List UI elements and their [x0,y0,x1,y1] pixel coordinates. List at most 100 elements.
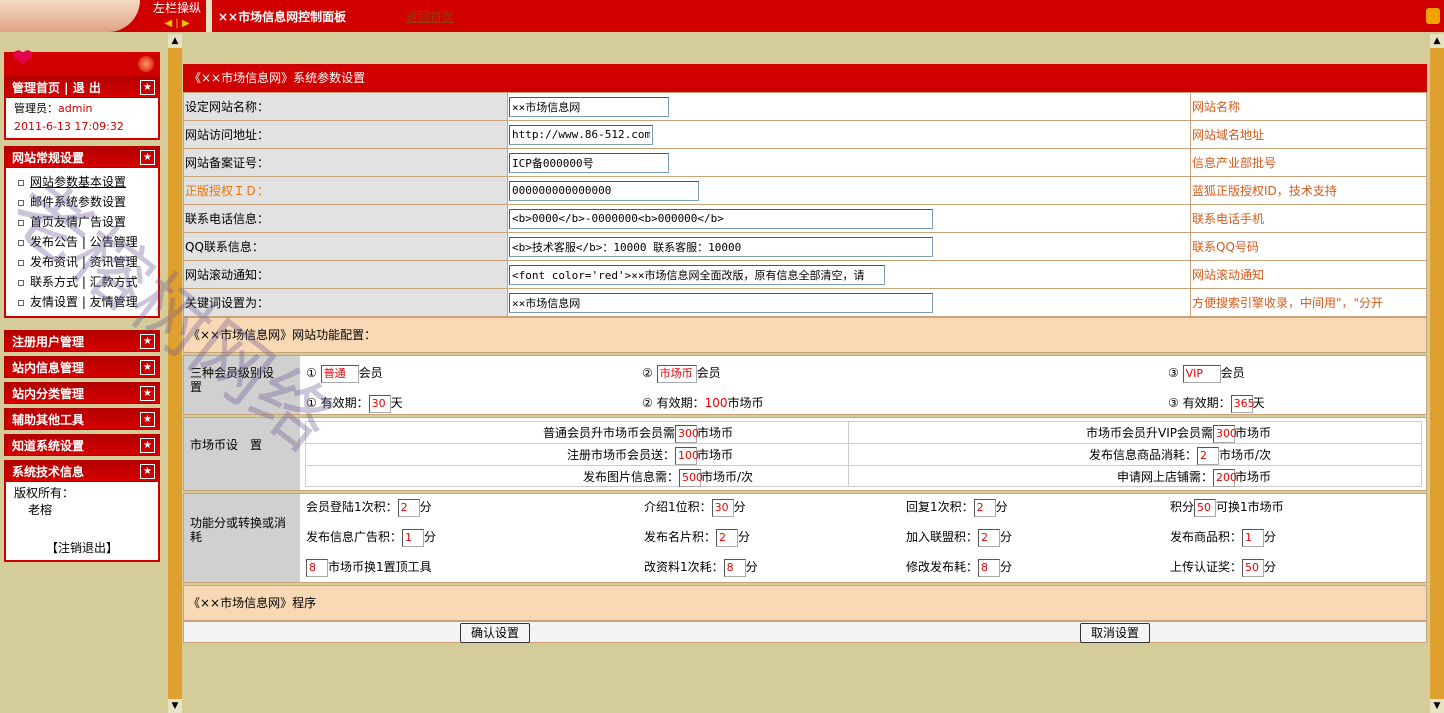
confirm-button[interactable]: 确认设置 [460,623,530,643]
unit-label: 市场币 [727,396,764,410]
validity-3-input[interactable]: 365 [1230,394,1255,413]
validity-label: ③ 有效期： [1168,396,1231,410]
logout-link[interactable]: 【注销退出】 [6,539,158,556]
unit-label: 分 [1000,530,1013,544]
section-title: 《××市场信息网》网站功能配置： [183,317,1427,353]
point-input[interactable]: 30 [711,498,734,517]
phone-input[interactable] [509,208,933,229]
point-input[interactable]: 1 [1242,528,1265,547]
sidebar-head-knowledge[interactable]: 知道系统设置 ★ [4,434,160,456]
coin-input[interactable]: 500 [678,468,703,487]
row-label: 市场币设 置 [184,418,300,490]
site-url-input[interactable] [509,124,653,145]
point-input[interactable]: 2 [716,528,739,547]
keywords-input[interactable] [509,292,933,313]
coin-input[interactable]: 200 [1212,468,1237,487]
table-row: QQ联系信息： 联系QQ号码 [183,232,1427,261]
unit-label: 分 [1264,560,1277,574]
menu-item[interactable]: 邮件系统参数设置 [6,192,158,212]
right-scrollbar[interactable]: ▲ ▼ [1430,34,1444,713]
sidebar-section-label[interactable]: 系统技术信息 [12,465,84,479]
sidebar-head-general[interactable]: 网站常规设置 ★ [4,146,160,168]
sidebar-head-tech[interactable]: 系统技术信息 ★ [4,460,160,482]
param-hint: 网站名称 [1190,92,1427,121]
menu-item-label[interactable]: 友情设置 | 友情管理 [30,295,138,309]
qq-input[interactable] [509,236,933,257]
sidebar-head-tools[interactable]: 辅助其他工具 ★ [4,408,160,430]
sidebar-head-info[interactable]: 站内信息管理 ★ [4,356,160,378]
point-input[interactable]: 8 [306,558,328,577]
unit-label: 可换1市场币 [1216,500,1284,514]
menu-item[interactable]: 网站参数基本设置 [6,172,158,192]
member-1-input[interactable]: 普通 [320,364,359,383]
sidebar-head-home-label[interactable]: 管理首页 | 退 出 [12,81,101,95]
top-bar: 左栏操纵 ◀ | ▶ ××市场信息网控制面板 返回首页 [0,0,1444,32]
menu-item[interactable]: 发布资讯 | 资讯管理 [6,252,158,272]
coin-settings: 市场币设 置 普通会员升市场币会员需 300市场币 市场币会员升VIP会员需 300… [183,417,1427,491]
home-icon[interactable] [1426,8,1440,24]
point-input[interactable]: 2 [397,498,420,517]
unit-label: 市场币 [696,448,733,462]
validity-1-input[interactable]: 30 [368,394,391,413]
scroll-up-icon[interactable]: ▲ [1430,34,1444,48]
unit-label: 分 [733,500,746,514]
sidebar-toggle[interactable]: 左栏操纵 ◀ | ▶ [146,0,208,32]
menu-item[interactable]: 联系方式 | 汇款方式 [6,272,158,292]
sidebar-section-label[interactable]: 注册用户管理 [12,335,84,349]
menu-item-label[interactable]: 网站参数基本设置 [30,175,126,189]
menu-item-label[interactable]: 首页友情广告设置 [30,215,126,229]
menu-item-label[interactable]: 发布公告 | 公告管理 [30,235,138,249]
sidebar-head-users[interactable]: 注册用户管理 ★ [4,330,160,352]
admin-box: 管理员：admin 2011-6-13 17:09:32 [4,98,160,140]
coin-input[interactable]: 300 [674,424,699,443]
menu-item[interactable]: 首页友情广告设置 [6,212,158,232]
menu-item-label[interactable]: 发布资讯 | 资讯管理 [30,255,138,269]
member-3-input[interactable]: VIP [1182,364,1221,383]
left-scrollbar[interactable]: ▲ ▼ [168,34,182,713]
cancel-button[interactable]: 取消设置 [1080,623,1150,643]
unit-label: 会员 [358,366,383,380]
row-label: 三种会员级别设 置 [184,356,300,414]
unit-label: 市场币 [1234,426,1271,440]
coin-input[interactable]: 2 [1196,446,1219,465]
sidebar-head-general-label[interactable]: 网站常规设置 [12,151,84,165]
param-label: 正版授权ＩＤ： [183,176,508,205]
point-input[interactable]: 1 [402,528,425,547]
sidebar-toggle-arrows[interactable]: ◀ | ▶ [146,16,208,32]
param-hint: 联系电话手机 [1190,204,1427,233]
point-item: 发布信息广告积： 1 分 [306,528,436,547]
point-input[interactable]: 8 [978,558,1001,577]
sidebar-section-label[interactable]: 知道系统设置 [12,439,84,453]
home-link[interactable]: 返回首页 [406,8,454,25]
sidebar-logo: ❤ [4,44,160,76]
bullet-icon [18,259,24,266]
param-hint: 网站域名地址 [1190,120,1427,149]
coin-input[interactable]: 100 [674,446,699,465]
site-name-input[interactable] [509,96,669,117]
scroll-down-icon[interactable]: ▼ [1430,699,1444,713]
menu-item[interactable]: 发布公告 | 公告管理 [6,232,158,252]
point-input[interactable]: 2 [973,498,996,517]
coin-item: 普通会员升市场币会员需 300市场币 [543,424,733,443]
notice-input[interactable] [509,264,885,285]
member-2-input[interactable]: 市场币 [656,364,697,383]
param-label: 设定网站名称： [183,92,508,121]
bullet-icon [18,179,24,186]
sidebar-head-home[interactable]: 管理首页 | 退 出 ★ [4,76,160,98]
icp-input[interactable] [509,152,669,173]
sidebar-section-label[interactable]: 站内分类管理 [12,387,84,401]
license-id-input[interactable] [509,180,699,201]
sidebar-section-label[interactable]: 辅助其他工具 [12,413,84,427]
menu-item-label[interactable]: 邮件系统参数设置 [30,195,126,209]
point-input[interactable]: 2 [978,528,1001,547]
sidebar-head-category[interactable]: 站内分类管理 ★ [4,382,160,404]
scroll-down-icon[interactable]: ▼ [168,699,182,713]
coin-input[interactable]: 300 [1212,424,1237,443]
scroll-up-icon[interactable]: ▲ [168,34,182,48]
point-input[interactable]: 8 [723,558,746,577]
menu-item-label[interactable]: 联系方式 | 汇款方式 [30,275,138,289]
menu-item[interactable]: 友情设置 | 友情管理 [6,292,158,312]
sidebar-section-label[interactable]: 站内信息管理 [12,361,84,375]
point-input[interactable]: 50 [1194,498,1217,517]
point-input[interactable]: 50 [1242,558,1265,577]
